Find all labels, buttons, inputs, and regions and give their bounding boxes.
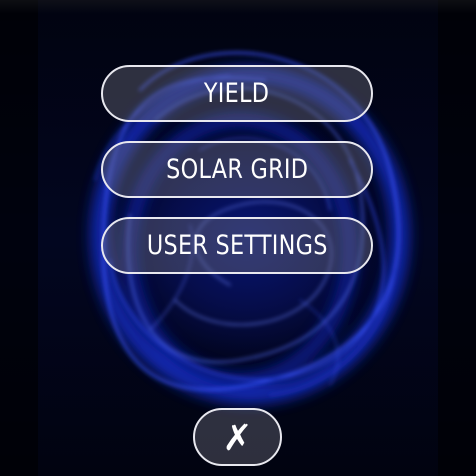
screen-edge-right — [438, 0, 476, 476]
user-settings-button[interactable]: USER SETTINGS — [101, 217, 373, 274]
yield-button[interactable]: YIELD — [101, 65, 373, 122]
close-icon: ✗ — [222, 418, 253, 459]
solar-grid-button[interactable]: SOLAR GRID — [101, 141, 373, 198]
solar-grid-button-label: SOLAR GRID — [165, 154, 309, 185]
screen-top-fade — [0, 0, 476, 14]
close-button[interactable]: ✗ — [193, 408, 282, 466]
screen-edge-left — [0, 0, 38, 476]
user-settings-button-label: USER SETTINGS — [146, 230, 328, 261]
yield-button-label: YIELD — [204, 78, 270, 109]
watch-screen: YIELD SOLAR GRID USER SETTINGS ✗ — [0, 0, 476, 476]
